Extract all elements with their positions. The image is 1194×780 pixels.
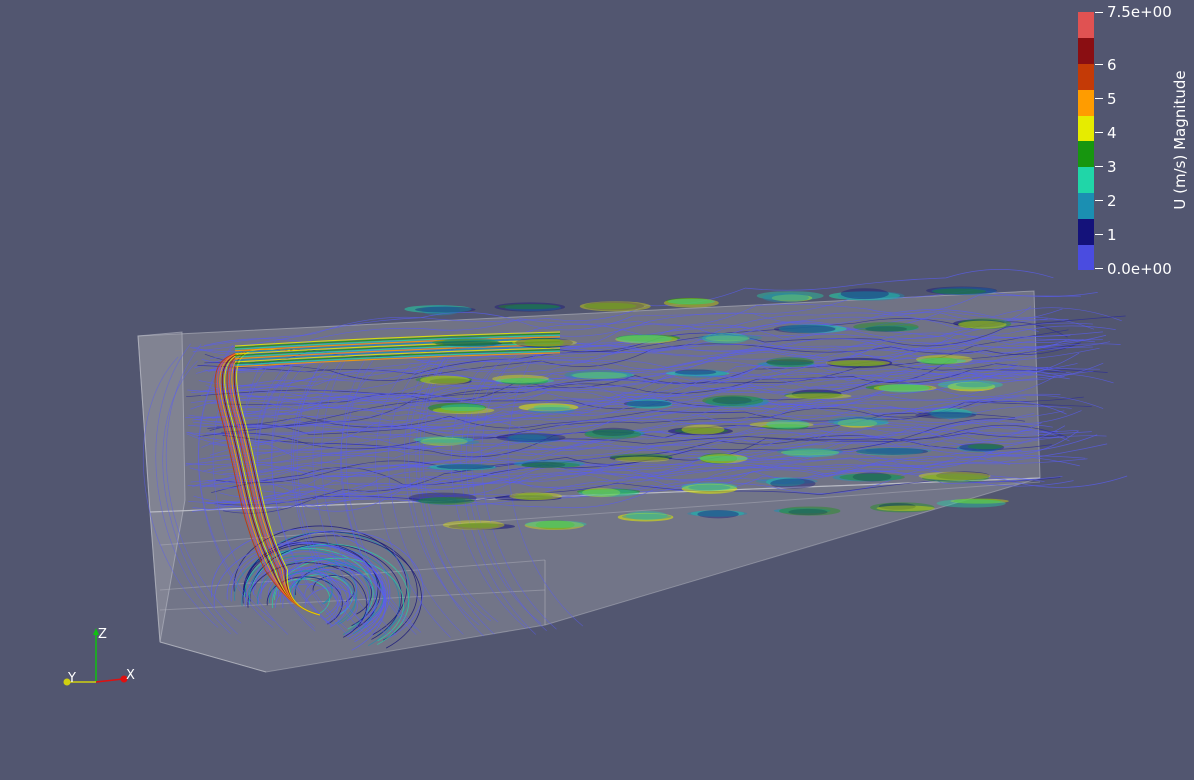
- velocity-hotspot: [440, 404, 486, 412]
- velocity-hotspot: [521, 462, 581, 468]
- velocity-hotspot: [917, 358, 966, 364]
- velocity-hotspot: [579, 301, 651, 312]
- velocity-hotspot: [955, 382, 993, 388]
- colorbar-tick: [1095, 200, 1103, 201]
- colorbar-segment: [1078, 166, 1094, 194]
- colorbar-label-4: 4: [1107, 124, 1117, 142]
- velocity-hotspot: [697, 510, 739, 519]
- colorbar-segment: [1078, 12, 1094, 39]
- colorbar-segment: [1078, 63, 1094, 90]
- colorbar-label-1: 1: [1107, 226, 1117, 244]
- velocity-hotspot: [856, 448, 929, 455]
- colorbar-tick: [1095, 12, 1103, 13]
- velocity-hotspot: [496, 433, 566, 442]
- velocity-hotspot: [527, 407, 576, 414]
- colorbar-segment: [1078, 192, 1094, 219]
- velocity-hotspot: [495, 378, 555, 384]
- velocity-hotspot: [839, 473, 905, 481]
- velocity-hotspot: [509, 492, 563, 501]
- velocity-hotspot: [840, 288, 889, 300]
- velocity-hotspot: [878, 383, 930, 393]
- colorbar-label-min: 0.0e+00: [1107, 260, 1172, 278]
- velocity-hotspot: [762, 292, 810, 303]
- colorbar-label-2: 2: [1107, 192, 1117, 210]
- velocity-hotspot: [785, 393, 852, 399]
- colorbar-tick: [1095, 268, 1103, 269]
- velocity-hotspot: [766, 357, 815, 368]
- velocity-hotspot: [915, 411, 977, 419]
- colorbar-tick: [1095, 98, 1103, 99]
- x-axis-label: X: [126, 668, 135, 683]
- velocity-hotspot: [826, 359, 891, 367]
- colorbar-tick: [1095, 166, 1103, 167]
- velocity-hotspot: [564, 370, 633, 380]
- velocity-hotspot: [418, 496, 475, 505]
- colorbar-segment: [1078, 37, 1094, 65]
- velocity-hotspot: [936, 499, 1006, 508]
- velocity-hotspot: [932, 288, 987, 295]
- velocity-hotspot: [876, 505, 935, 512]
- y-axis-label: Y: [68, 671, 76, 686]
- x-axis-line: [95, 678, 124, 683]
- velocity-hotspot: [681, 424, 725, 435]
- colorbar-label-max: 7.5e+00: [1107, 3, 1172, 21]
- colorbar-segment: [1078, 115, 1094, 142]
- velocity-hotspot: [828, 416, 889, 427]
- velocity-hotspot: [622, 513, 672, 520]
- velocity-hotspot: [958, 320, 1007, 329]
- velocity-hotspot: [432, 338, 500, 347]
- velocity-hotspot: [498, 303, 560, 310]
- streamline-scene[interactable]: [0, 0, 1194, 780]
- velocity-hotspot: [415, 306, 476, 313]
- velocity-hotspot: [614, 456, 670, 462]
- velocity-hotspot: [623, 400, 672, 407]
- velocity-hotspot: [578, 489, 640, 497]
- velocity-hotspot: [702, 395, 764, 406]
- velocity-hotspot: [418, 439, 480, 446]
- colorbar-segment: [1078, 218, 1094, 245]
- velocity-hotspot: [525, 520, 587, 528]
- colorbar-title: U (m/s) Magnitude: [1171, 70, 1189, 210]
- colorbar-tick: [1095, 234, 1103, 235]
- velocity-hotspot: [967, 443, 1004, 450]
- velocity-hotspot: [697, 334, 762, 341]
- velocity-hotspot: [442, 520, 505, 530]
- velocity-hotspot: [773, 324, 836, 334]
- velocity-hotspot: [779, 506, 841, 516]
- velocity-hotspot: [512, 338, 578, 347]
- velocity-hotspot: [688, 484, 731, 491]
- render-viewport[interactable]: 7.5e+00 6 5 4 3 2 1 0.0e+00 U (m/s) Magn…: [0, 0, 1194, 780]
- colorbar-segment: [1078, 89, 1094, 116]
- colorbar-segment: [1078, 244, 1094, 271]
- velocity-hotspot: [853, 322, 919, 332]
- velocity-hotspot: [766, 419, 810, 429]
- colorbar-tick: [1095, 132, 1103, 133]
- colorbar-label-5: 5: [1107, 90, 1117, 108]
- velocity-hotspot: [616, 334, 672, 343]
- velocity-hotspot: [697, 455, 749, 462]
- colorbar-label-3: 3: [1107, 158, 1117, 176]
- velocity-hotspot: [420, 375, 470, 385]
- z-axis-label: Z: [98, 627, 107, 642]
- colorbar-segment: [1078, 141, 1094, 168]
- colorbar-label-6: 6: [1107, 56, 1117, 74]
- colorbar: [1078, 12, 1094, 271]
- velocity-hotspot: [667, 298, 715, 305]
- velocity-hotspot: [918, 471, 991, 481]
- velocity-hotspot: [584, 429, 642, 440]
- colorbar-tick: [1095, 64, 1103, 65]
- velocity-hotspot: [777, 448, 843, 455]
- velocity-hotspot: [770, 478, 816, 489]
- velocity-hotspot: [674, 369, 717, 375]
- velocity-hotspot: [436, 463, 494, 470]
